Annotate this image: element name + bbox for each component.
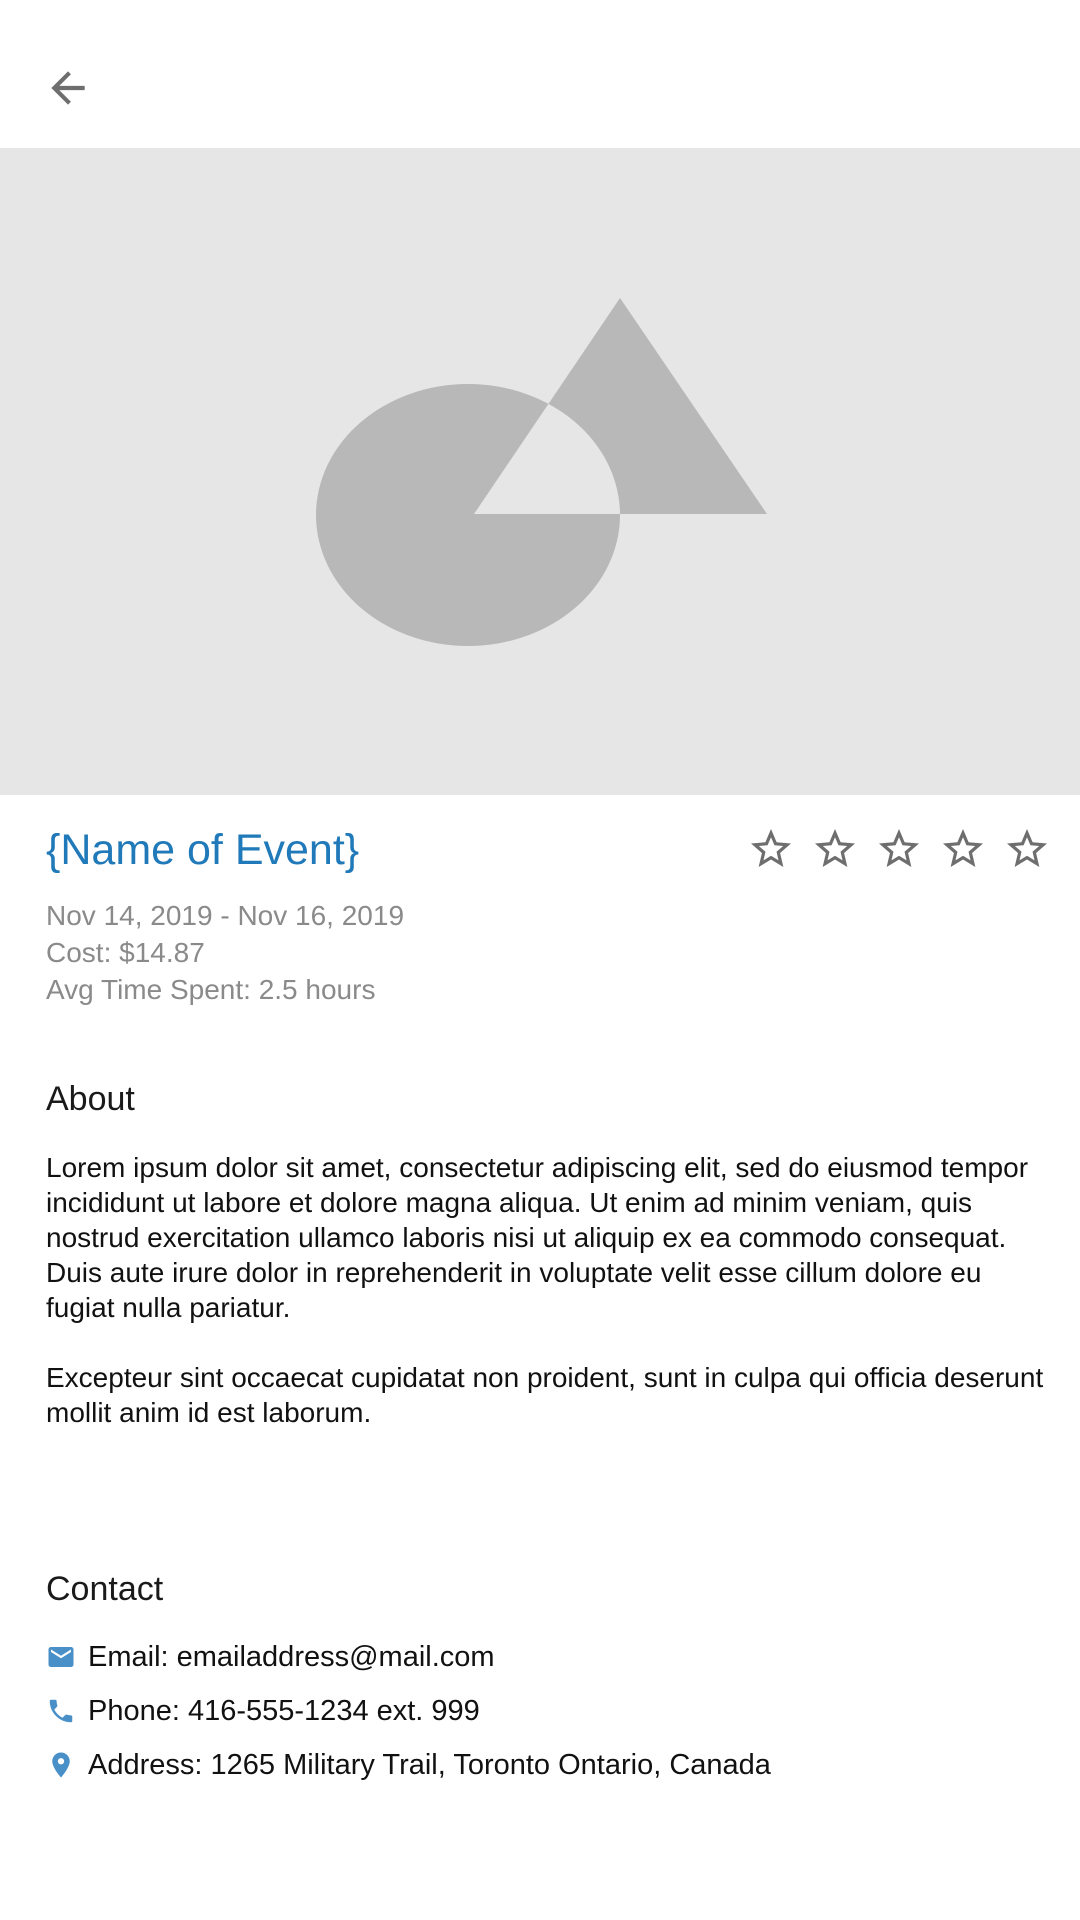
event-cost: Cost: $14.87 [46,937,205,968]
contact-phone[interactable]: Phone: 416-555-1234 ext. 999 [46,1684,771,1738]
arrow-left-icon [51,71,85,105]
contact-email-text: Email: emailaddress@mail.com [88,1640,495,1673]
contact-address[interactable]: Address: 1265 Military Trail, Toronto On… [46,1738,771,1792]
location-pin-icon [46,1748,76,1782]
contact-list: Email: emailaddress@mail.com Phone: 416-… [46,1630,771,1792]
contact-heading: Contact [46,1570,164,1608]
star-icon[interactable] [875,825,923,873]
star-icon[interactable] [811,825,859,873]
back-button[interactable] [30,50,106,126]
contact-email[interactable]: Email: emailaddress@mail.com [46,1630,771,1684]
placeholder-image-icon [316,298,767,646]
about-body: Lorem ipsum dolor sit amet, consectetur … [46,1150,1046,1465]
about-paragraph: Lorem ipsum dolor sit amet, consectetur … [46,1152,1029,1323]
star-icon[interactable] [1003,825,1051,873]
event-header: {Name of Event} [46,818,1047,888]
event-dates: Nov 14, 2019 - Nov 16, 2019 [46,900,405,931]
star-icon[interactable] [939,825,987,873]
event-name: {Name of Event} [46,826,360,874]
contact-address-text: Address: 1265 Military Trail, Toronto On… [88,1748,771,1781]
about-paragraph: Excepteur sint occaecat cupidatat non pr… [46,1362,1044,1428]
star-icon[interactable] [747,825,795,873]
about-heading: About [46,1080,135,1118]
event-avg-time: Avg Time Spent: 2.5 hours [46,974,376,1005]
event-image [0,148,1080,795]
rating-stars[interactable] [747,825,1051,873]
email-icon [46,1640,76,1674]
contact-phone-text: Phone: 416-555-1234 ext. 999 [88,1694,480,1727]
event-meta: Nov 14, 2019 - Nov 16, 2019 Cost: $14.87… [46,897,404,1008]
app-bar [0,0,1080,148]
phone-icon [46,1694,76,1728]
